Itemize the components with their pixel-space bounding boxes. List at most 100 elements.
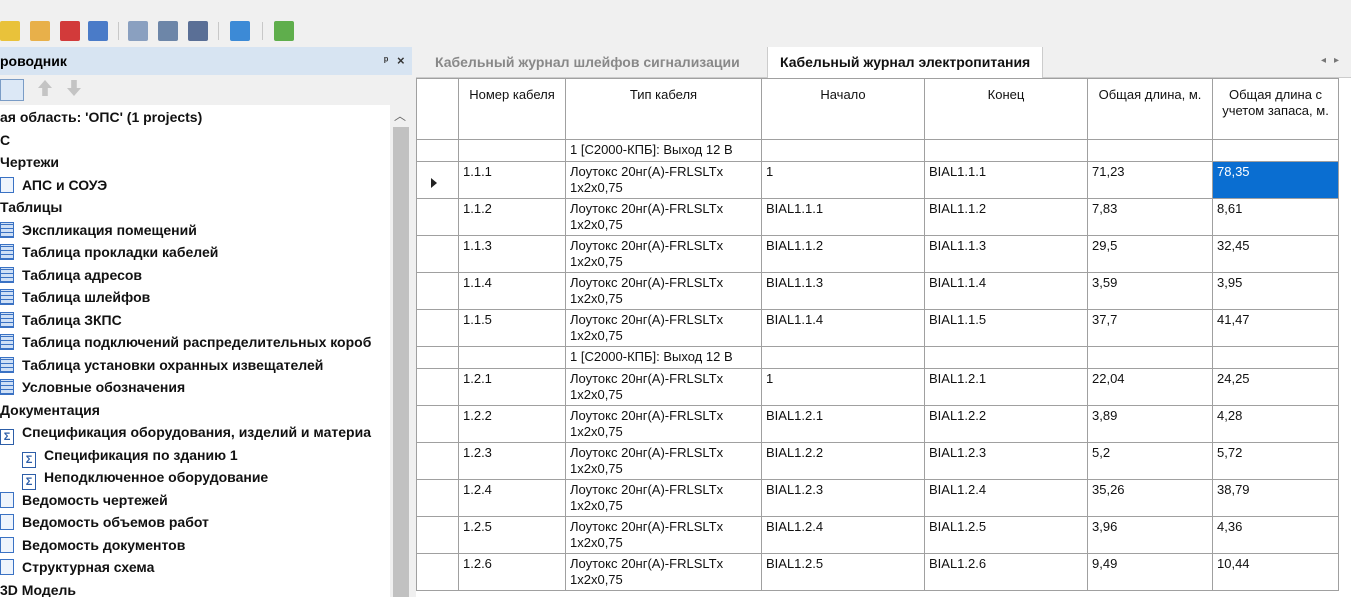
- table-cell[interactable]: BIAL1.1.1: [924, 161, 1088, 199]
- table-cell[interactable]: BIAL1.2.5: [924, 516, 1088, 554]
- table-cell[interactable]: BIAL1.2.1: [761, 405, 925, 443]
- table-cell[interactable]: 1.1.4: [458, 272, 566, 310]
- table-cell[interactable]: Лоутокс 20нг(А)-FRLSLTx 1x2x0,75: [565, 198, 762, 236]
- table-cell[interactable]: [1212, 346, 1339, 369]
- table-cell[interactable]: 1.1.3: [458, 235, 566, 273]
- table-cell[interactable]: Лоутокс 20нг(А)-FRLSLTx 1x2x0,75: [565, 553, 762, 591]
- column-header[interactable]: Общая длина с учетом запаса, м.: [1212, 78, 1339, 140]
- table-cell[interactable]: Лоутокс 20нг(А)-FRLSLTx 1x2x0,75: [565, 161, 762, 199]
- table-cell[interactable]: BIAL1.2.5: [761, 553, 925, 591]
- tree-item[interactable]: Документация: [0, 399, 100, 421]
- tree-item[interactable]: Таблица подключений распределительных ко…: [0, 331, 371, 353]
- table-cell[interactable]: [458, 346, 566, 369]
- table-cell[interactable]: Лоутокс 20нг(А)-FRLSLTx 1x2x0,75: [565, 516, 762, 554]
- table-cell[interactable]: BIAL1.2.3: [761, 479, 925, 517]
- table-cell[interactable]: BIAL1.1.4: [924, 272, 1088, 310]
- pin-icon[interactable]: ᵖ: [384, 47, 388, 75]
- table-cell[interactable]: [761, 139, 925, 162]
- table-row[interactable]: 1.2.3 Лоутокс 20нг(А)-FRLSLTx 1x2x0,75 BIA…: [416, 442, 1339, 480]
- row-header[interactable]: [416, 235, 459, 273]
- table-cell[interactable]: 1.2.1: [458, 368, 566, 406]
- row-header[interactable]: [416, 139, 459, 162]
- table-cell[interactable]: Лоутокс 20нг(А)-FRLSLTx 1x2x0,75: [565, 442, 762, 480]
- table-cell[interactable]: BIAL1.2.2: [924, 405, 1088, 443]
- table-cell[interactable]: BIAL1.1.1: [761, 198, 925, 236]
- table-cell[interactable]: 71,23: [1087, 161, 1213, 199]
- table-cell[interactable]: 4,36: [1212, 516, 1339, 554]
- table-cell[interactable]: [761, 346, 925, 369]
- tree-item[interactable]: Таблица шлейфов: [0, 286, 150, 308]
- table-cell[interactable]: 4,28: [1212, 405, 1339, 443]
- table-cell[interactable]: 3,96: [1087, 516, 1213, 554]
- table-cell[interactable]: BIAL1.2.4: [924, 479, 1088, 517]
- column-header[interactable]: Общая длина, м.: [1087, 78, 1213, 140]
- close-icon[interactable]: ×: [397, 47, 405, 75]
- table-cell[interactable]: [924, 346, 1088, 369]
- tree-item[interactable]: Таблица адресов: [0, 264, 142, 286]
- tree-item[interactable]: Σ Неподключенное оборудование: [22, 466, 268, 490]
- table-cell[interactable]: 9,49: [1087, 553, 1213, 591]
- table-row[interactable]: 1.1.1 Лоутокс 20нг(А)-FRLSLTx 1x2x0,75 1 BI…: [416, 161, 1339, 199]
- tree-item[interactable]: Ведомость документов: [0, 534, 185, 556]
- table-row[interactable]: 1.1.3 Лоутокс 20нг(А)-FRLSLTx 1x2x0,75 BIA…: [416, 235, 1339, 273]
- open-icon[interactable]: [30, 21, 50, 41]
- table-cell[interactable]: BIAL1.1.2: [924, 198, 1088, 236]
- move-down-icon[interactable]: [67, 80, 81, 96]
- print-icon[interactable]: [188, 21, 208, 41]
- table-cell[interactable]: BIAL1.1.4: [761, 309, 925, 347]
- row-header[interactable]: [416, 161, 459, 199]
- table-cell[interactable]: 7,83: [1087, 198, 1213, 236]
- tree-item[interactable]: Ведомость объемов работ: [0, 511, 209, 533]
- table-cell[interactable]: 24,25: [1212, 368, 1339, 406]
- table-cell[interactable]: BIAL1.1.5: [924, 309, 1088, 347]
- move-up-icon[interactable]: [38, 80, 52, 96]
- row-header[interactable]: [416, 309, 459, 347]
- table-cell[interactable]: 1.1.2: [458, 198, 566, 236]
- table-cell[interactable]: 1.2.5: [458, 516, 566, 554]
- save-icon[interactable]: [88, 21, 108, 41]
- tab-power-supply[interactable]: Кабельный журнал электропитания: [767, 47, 1044, 78]
- table-cell[interactable]: Лоутокс 20нг(А)-FRLSLTx 1x2x0,75: [565, 309, 762, 347]
- table-cell[interactable]: Лоутокс 20нг(А)-FRLSLTx 1x2x0,75: [565, 479, 762, 517]
- close-file-icon[interactable]: [60, 21, 80, 41]
- table-row[interactable]: 1.2.6 Лоутокс 20нг(А)-FRLSLTx 1x2x0,75 BIA…: [416, 553, 1339, 591]
- table-row[interactable]: 1 [С2000-КПБ]: Выход 12 В: [416, 346, 1339, 369]
- table-row[interactable]: 1.2.2 Лоутокс 20нг(А)-FRLSLTx 1x2x0,75 BIA…: [416, 405, 1339, 443]
- table-cell[interactable]: 22,04: [1087, 368, 1213, 406]
- row-header[interactable]: [416, 198, 459, 236]
- table-cell[interactable]: Лоутокс 20нг(А)-FRLSLTx 1x2x0,75: [565, 272, 762, 310]
- table-cell[interactable]: 1.1.5: [458, 309, 566, 347]
- table-row[interactable]: 1.1.5 Лоутокс 20нг(А)-FRLSLTx 1x2x0,75 BIA…: [416, 309, 1339, 347]
- tree-item[interactable]: 3D Модель: [0, 579, 76, 597]
- tree-item[interactable]: АПС и СОУЭ: [0, 174, 107, 196]
- table-cell[interactable]: BIAL1.2.2: [761, 442, 925, 480]
- table-row[interactable]: 1.2.5 Лоутокс 20нг(А)-FRLSLTx 1x2x0,75 BIA…: [416, 516, 1339, 554]
- scroll-up-icon[interactable]: ︿: [394, 107, 406, 124]
- column-header[interactable]: Начало: [761, 78, 925, 140]
- table-cell[interactable]: Лоутокс 20нг(А)-FRLSLTx 1x2x0,75: [565, 405, 762, 443]
- tree-item[interactable]: Таблицы: [0, 196, 62, 218]
- tab-scroll-right-icon[interactable]: ▸: [1334, 55, 1339, 66]
- group-label-cell[interactable]: 1 [С2000-КПБ]: Выход 12 В: [565, 346, 762, 369]
- table-cell[interactable]: 29,5: [1087, 235, 1213, 273]
- row-header[interactable]: [416, 553, 459, 591]
- table-row[interactable]: 1.1.4 Лоутокс 20нг(А)-FRLSLTx 1x2x0,75 BIA…: [416, 272, 1339, 310]
- row-header[interactable]: [416, 368, 459, 406]
- tree-item[interactable]: Таблица прокладки кабелей: [0, 241, 218, 263]
- table-cell[interactable]: 5,72: [1212, 442, 1339, 480]
- table-cell[interactable]: 1: [761, 161, 925, 199]
- table-cell[interactable]: Лоутокс 20нг(А)-FRLSLTx 1x2x0,75: [565, 368, 762, 406]
- new-icon[interactable]: [0, 21, 20, 41]
- table-cell[interactable]: 37,7: [1087, 309, 1213, 347]
- row-header[interactable]: [416, 346, 459, 369]
- table-cell[interactable]: 1.2.4: [458, 479, 566, 517]
- add-sheet-icon[interactable]: [274, 21, 294, 41]
- row-header[interactable]: [416, 479, 459, 517]
- column-header[interactable]: Конец: [924, 78, 1088, 140]
- row-header[interactable]: [416, 442, 459, 480]
- tree-item[interactable]: ая область: 'ОПС' (1 projects): [0, 106, 202, 128]
- table-cell[interactable]: [458, 139, 566, 162]
- table-cell[interactable]: BIAL1.2.1: [924, 368, 1088, 406]
- table-cell[interactable]: 1.2.3: [458, 442, 566, 480]
- table-cell[interactable]: BIAL1.1.3: [924, 235, 1088, 273]
